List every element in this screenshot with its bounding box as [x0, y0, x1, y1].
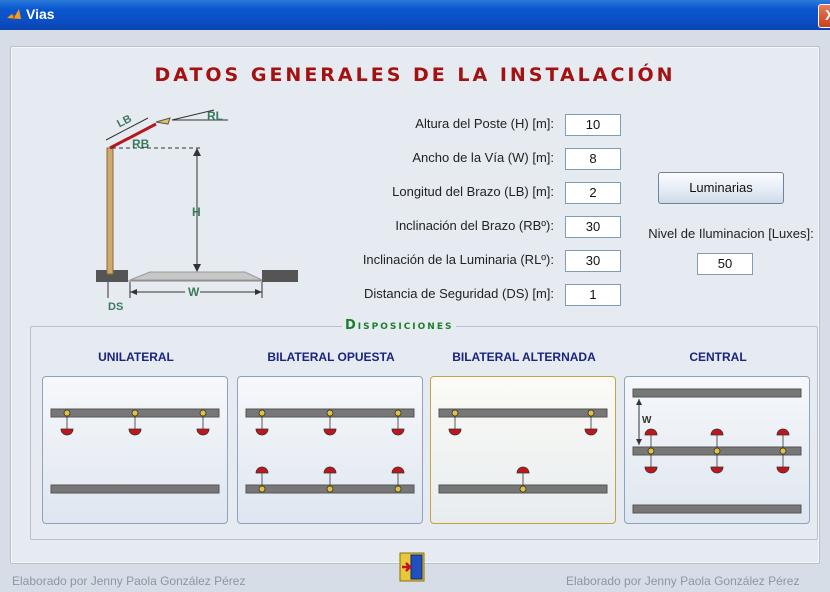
bilateral-alternada-title: BILATERAL ALTERNADA — [452, 350, 596, 364]
footer-credit-right: Elaborado por Jenny Paola González Pérez — [566, 574, 800, 588]
central-w-label: W — [642, 415, 652, 426]
longitud-input[interactable]: 2 — [565, 182, 621, 204]
nivel-iluminacion-input[interactable]: 50 — [697, 253, 753, 275]
longitud-label: Longitud del Brazo (LB) [m]: — [392, 184, 554, 199]
road-surface — [129, 271, 263, 281]
lb-label: LB — [115, 113, 134, 131]
unilateral-title: UNILATERAL — [98, 350, 174, 364]
altura-input[interactable]: 10 — [565, 114, 621, 136]
unilateral-diagram — [50, 408, 220, 494]
exit-door-icon[interactable] — [399, 552, 425, 582]
central-diagram: W — [632, 388, 802, 514]
luminaire-head — [155, 117, 171, 125]
inclinacion-luminaria-label: Inclinación de la Luminaria (RLº): — [362, 252, 554, 267]
central-option[interactable]: W — [624, 376, 810, 524]
inclinacion-brazo-label: Inclinación del Brazo (RBº): — [395, 218, 554, 233]
bilateral-opuesta-diagram — [245, 408, 415, 494]
ancho-input[interactable]: 8 — [565, 148, 621, 170]
matlab-icon — [7, 9, 21, 21]
pole — [106, 147, 114, 275]
inclinacion-brazo-input[interactable]: 30 — [565, 216, 621, 238]
luminarias-button[interactable]: Luminarias — [658, 172, 784, 204]
bilateral-alternada-option[interactable] — [430, 376, 616, 524]
close-button[interactable]: X — [818, 4, 830, 28]
bilateral-opuesta-option[interactable] — [237, 376, 423, 524]
bilateral-opuesta-title: BILATERAL OPUESTA — [267, 350, 395, 364]
h-label: H — [192, 205, 201, 219]
rb-label: RB — [132, 137, 150, 151]
altura-label: Altura del Poste (H) [m]: — [415, 116, 554, 131]
ds-label: DS — [108, 301, 123, 313]
nivel-iluminacion-label: Nivel de Iluminacion [Luxes]: — [648, 226, 814, 241]
inclinacion-luminaria-input[interactable]: 30 — [565, 250, 621, 272]
distancia-input[interactable]: 1 — [565, 284, 621, 306]
title-bar: Vias X — [0, 0, 830, 30]
unilateral-option[interactable] — [42, 376, 228, 524]
distancia-label: Distancia de Seguridad (DS) [m]: — [363, 286, 554, 301]
w-label: W — [188, 285, 200, 299]
window-title: Vias — [26, 6, 55, 22]
footer-credit-left: Elaborado por Jenny Paola González Pérez — [12, 574, 246, 588]
installation-diagram: RL LB RB H W DS — [96, 109, 298, 313]
ancho-label: Ancho de la Vía (W) [m]: — [412, 150, 554, 165]
page-title: DATOS GENERALES DE LA INSTALACIÓN — [154, 64, 676, 86]
disposiciones-title: Disposiciones — [342, 318, 457, 333]
rl-label: RL — [207, 109, 223, 123]
bilateral-alternada-diagram — [438, 408, 608, 494]
central-title: CENTRAL — [689, 350, 747, 364]
road-base-right — [262, 270, 298, 282]
